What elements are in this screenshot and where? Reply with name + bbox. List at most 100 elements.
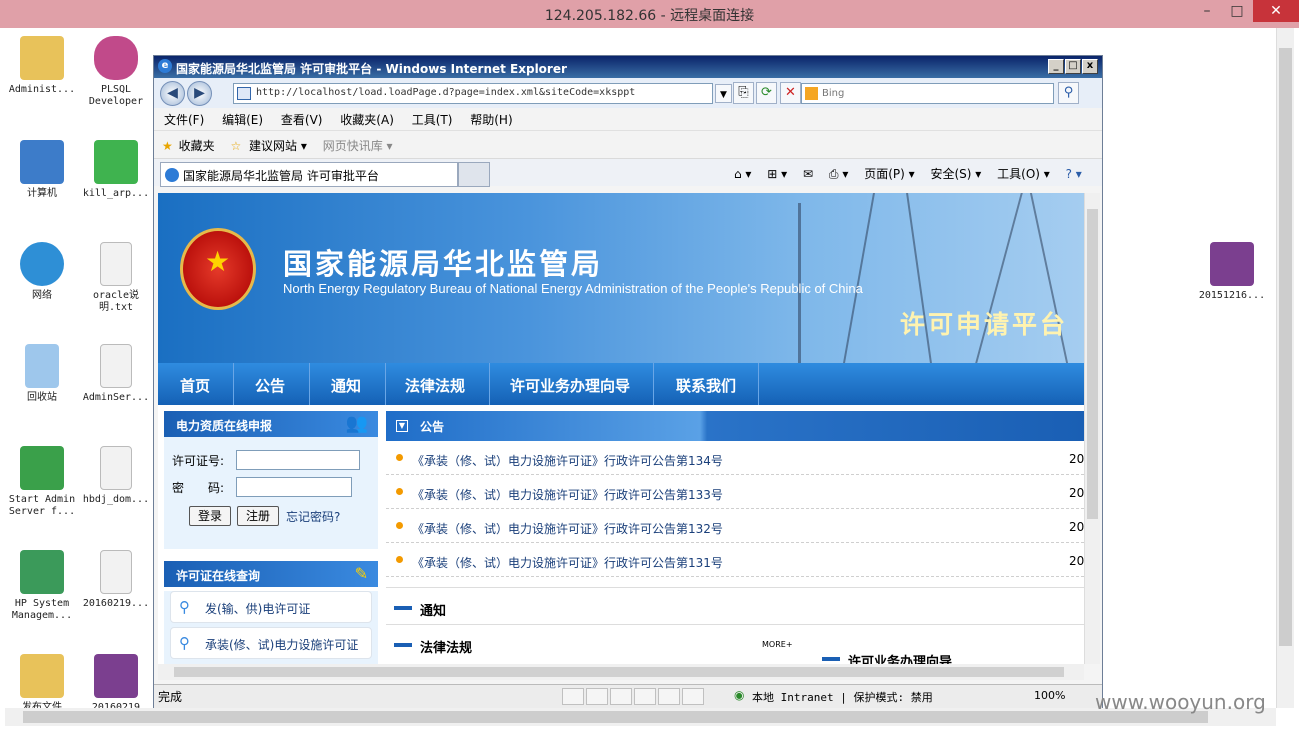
- scroll-thumb[interactable]: [1087, 209, 1098, 519]
- site-title-english: North Energy Regulatory Bureau of Nation…: [283, 281, 863, 296]
- minimize-button[interactable]: –: [1192, 0, 1222, 22]
- winrar-archive-icon: [1210, 242, 1254, 286]
- status-pane: [610, 688, 632, 705]
- nav-announcements[interactable]: 公告: [255, 375, 285, 396]
- menu-edit[interactable]: 编辑(E): [222, 113, 263, 127]
- safety-menu[interactable]: 安全(S) ▾: [930, 167, 981, 181]
- license-number-input[interactable]: [236, 450, 360, 470]
- home-icon[interactable]: ⌂ ▾: [734, 167, 751, 181]
- scroll-thumb[interactable]: [1279, 48, 1292, 646]
- section-marker: [394, 643, 412, 647]
- bing-icon: [805, 87, 818, 100]
- blank-file-icon: [100, 550, 132, 594]
- announcement-item[interactable]: 《承装（修、试）电力设施许可证》行政许可公告第131号 20: [386, 543, 1084, 577]
- query-item-power-license[interactable]: ⚲ 发(输、供)电许可证: [170, 591, 372, 623]
- desktop-icon-publish-folder[interactable]: 发布文件: [3, 654, 81, 714]
- collapse-icon[interactable]: ▼: [396, 420, 408, 432]
- mail-icon[interactable]: ✉: [803, 167, 813, 181]
- desktop-icon-20160219-file[interactable]: 20160219...: [77, 550, 155, 610]
- announcement-item[interactable]: 《承装（修、试）电力设施许可证》行政许可公告第133号 20: [386, 475, 1084, 509]
- zone-text[interactable]: 本地 Intranet | 保护模式: 禁用: [752, 689, 933, 705]
- menu-favorites[interactable]: 收藏夹(A): [340, 113, 394, 127]
- tools-menu[interactable]: 工具(O) ▾: [997, 167, 1050, 181]
- page-menu[interactable]: 页面(P) ▾: [864, 167, 914, 181]
- rdp-horizontal-scrollbar[interactable]: [5, 708, 1276, 726]
- desktop-icon-20151216-rar[interactable]: 20151216...: [1193, 242, 1271, 302]
- ie-minimize-button[interactable]: _: [1048, 59, 1064, 74]
- desktop-icon-kill-arp[interactable]: kill_arp...: [77, 140, 155, 200]
- desktop-icon-computer[interactable]: 计算机: [3, 140, 81, 200]
- zoom-level[interactable]: 100%: [1034, 689, 1065, 702]
- desktop-icon-administrator[interactable]: Administ...: [3, 36, 81, 96]
- help-icon[interactable]: ? ▾: [1066, 167, 1082, 181]
- desktop-icon-network[interactable]: 网络: [3, 242, 81, 302]
- status-text: 完成: [158, 690, 183, 704]
- desktop-icon-adminser[interactable]: AdminSer...: [77, 344, 155, 404]
- desktop-icon-hp-system[interactable]: HP System Managem...: [3, 550, 81, 622]
- rdp-vertical-scrollbar[interactable]: [1276, 28, 1294, 708]
- forgot-password-link[interactable]: 忘记密码?: [286, 508, 340, 525]
- add-favorite-icon[interactable]: ☆: [230, 139, 241, 153]
- print-icon[interactable]: ⎙ ▾: [829, 167, 848, 181]
- nav-divider: [385, 363, 386, 405]
- desktop-icon-recycle-bin[interactable]: 回收站: [3, 344, 81, 404]
- maximize-button[interactable]: □: [1222, 0, 1252, 22]
- text-file-icon: [100, 446, 132, 490]
- scroll-thumb[interactable]: [23, 711, 1208, 723]
- more-link[interactable]: MORE+: [762, 640, 793, 649]
- nav-contact[interactable]: 联系我们: [676, 375, 736, 396]
- bullet-icon: [396, 522, 403, 529]
- favorites-star-icon: ★: [162, 139, 173, 153]
- intranet-icon: ◉: [734, 688, 745, 702]
- status-bar: 完成 ◉ 本地 Intranet | 保护模式: 禁用 100%: [154, 684, 1102, 708]
- desktop-icon-plsql[interactable]: PLSQL Developer: [77, 36, 155, 108]
- password-input[interactable]: [236, 477, 352, 497]
- rdp-title: 124.205.182.66 - 远程桌面连接: [544, 8, 755, 24]
- feeds-icon[interactable]: ⊞ ▾: [767, 167, 787, 181]
- tab-current[interactable]: 国家能源局华北监管局 许可审批平台: [160, 162, 458, 187]
- bullet-icon: [396, 556, 403, 563]
- nav-license-guide[interactable]: 许可业务办理向导: [510, 375, 630, 396]
- nav-home[interactable]: 首页: [180, 375, 210, 396]
- desktop-icon-20160219-rar[interactable]: 20160219: [77, 654, 155, 714]
- page-vertical-scrollbar[interactable]: [1084, 193, 1100, 664]
- favorites-bar: ★ 收藏夹 ☆ 建议网站 ▾ 网页快讯库 ▾: [154, 130, 1102, 158]
- register-button[interactable]: 注册: [237, 506, 279, 526]
- ie-maximize-button[interactable]: □: [1065, 59, 1081, 74]
- announcement-item[interactable]: 《承装（修、试）电力设施许可证》行政许可公告第132号 20: [386, 509, 1084, 543]
- section-marker: [394, 606, 412, 610]
- menu-help[interactable]: 帮助(H): [470, 113, 512, 127]
- menu-view[interactable]: 查看(V): [281, 113, 323, 127]
- favorites-button[interactable]: 收藏夹: [179, 139, 215, 153]
- nav-laws[interactable]: 法律法规: [405, 375, 465, 396]
- forward-button[interactable]: ▶: [187, 81, 212, 106]
- login-button[interactable]: 登录: [189, 506, 231, 526]
- scroll-thumb[interactable]: [174, 667, 1064, 677]
- status-pane: [658, 688, 680, 705]
- query-item-facility-license[interactable]: ⚲ 承装(修、试)电力设施许可证: [170, 627, 372, 659]
- page-horizontal-scrollbar[interactable]: [158, 664, 1084, 680]
- address-bar[interactable]: http://localhost/load.loadPage.d?page=in…: [233, 83, 713, 104]
- ie-close-button[interactable]: x: [1082, 59, 1098, 74]
- menu-file[interactable]: 文件(F): [164, 113, 204, 127]
- stop-icon[interactable]: ✕: [780, 82, 801, 104]
- address-dropdown-button[interactable]: ▼: [715, 84, 732, 103]
- folder-user-icon: [20, 36, 64, 80]
- menu-tools[interactable]: 工具(T): [412, 113, 453, 127]
- back-button[interactable]: ◀: [160, 81, 185, 106]
- new-tab-button[interactable]: [458, 162, 490, 187]
- announcement-item[interactable]: 《承装（修、试）电力设施许可证》行政许可公告第134号 20: [386, 441, 1084, 475]
- refresh-icon[interactable]: ⟳: [756, 82, 777, 104]
- desktop-icon-hbdj-dom[interactable]: hbdj_dom...: [77, 446, 155, 506]
- nav-notices[interactable]: 通知: [331, 375, 361, 396]
- suggested-sites-link[interactable]: 建议网站 ▾: [249, 139, 307, 153]
- compatibility-view-icon[interactable]: ⎘: [733, 82, 754, 104]
- search-input[interactable]: Bing: [801, 83, 1054, 104]
- search-icon[interactable]: ⚲: [1058, 82, 1079, 104]
- web-slice-gallery-link[interactable]: 网页快讯库 ▾: [323, 139, 393, 153]
- bullet-icon: [396, 488, 403, 495]
- section-marker: [822, 657, 840, 661]
- close-button[interactable]: ✕: [1253, 0, 1299, 22]
- desktop-icon-oracle-txt[interactable]: oracle说明.txt: [77, 242, 155, 314]
- desktop-icon-start-admin-server[interactable]: Start Admin Server f...: [3, 446, 81, 518]
